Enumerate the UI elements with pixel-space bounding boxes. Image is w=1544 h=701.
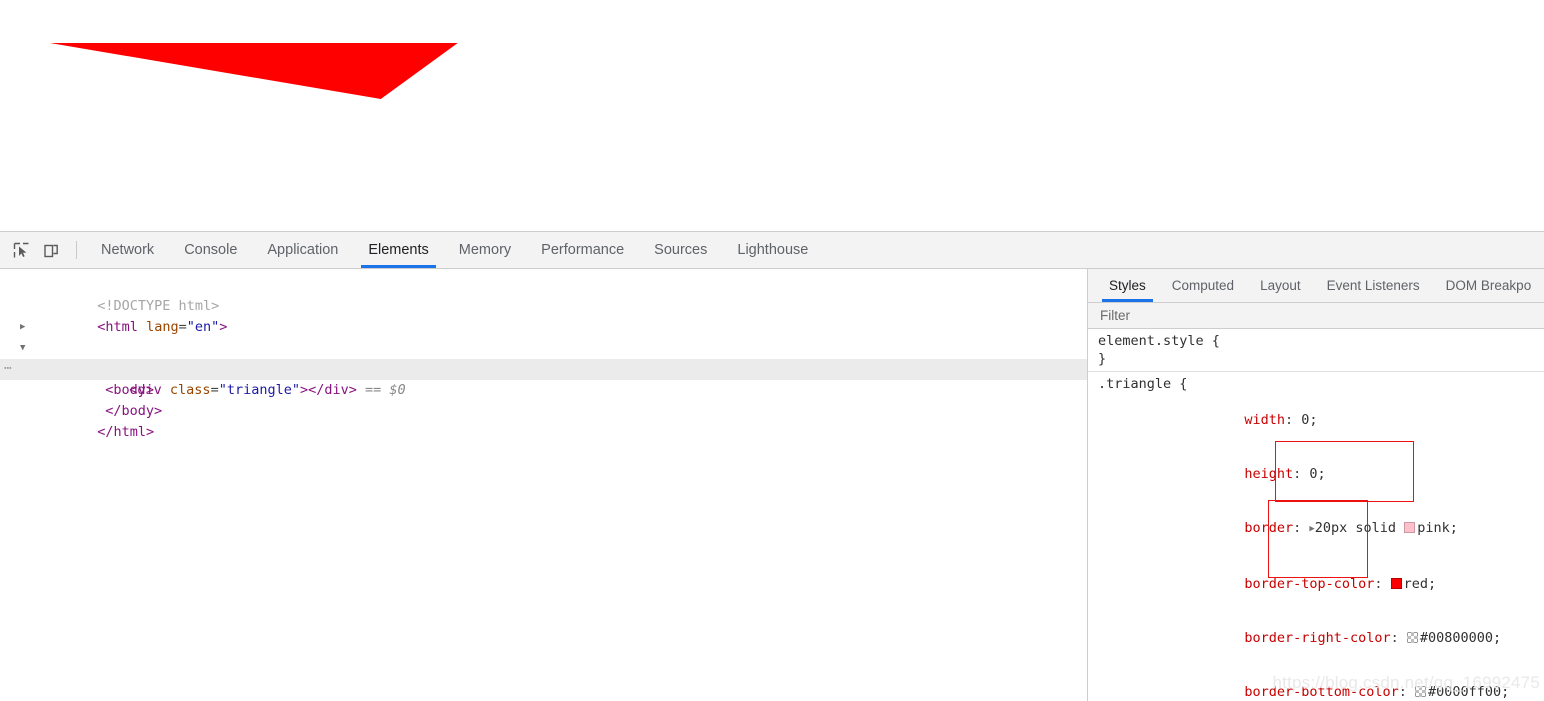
tab-performance-label: Performance: [541, 242, 625, 258]
styles-pane-tabs: Styles Computed Layout Event Listeners D…: [1088, 269, 1544, 303]
decl-border-right-color[interactable]: border-right-color: #00800000;: [1098, 611, 1544, 665]
decl-border-right-color-property: border-right-color: [1244, 630, 1391, 646]
decl-width-property: width: [1244, 412, 1285, 428]
tab-network-label: Network: [101, 242, 155, 258]
tab-memory[interactable]: Memory: [444, 232, 526, 268]
dom-row-doctype[interactable]: <!DOCTYPE html>: [0, 275, 1087, 314]
expand-shorthand-icon[interactable]: ▶: [1309, 520, 1314, 538]
dom-row-head[interactable]: <head>…</head>: [0, 317, 1087, 377]
dom-row-body-close[interactable]: </body>: [0, 380, 1087, 419]
decl-border-property: border: [1244, 520, 1294, 536]
styles-filter-bar[interactable]: [1088, 303, 1544, 329]
decl-height-value[interactable]: 0;: [1309, 466, 1325, 482]
tab-styles[interactable]: Styles: [1096, 269, 1159, 302]
html-close-text: </html>: [97, 424, 155, 440]
red-triangle-shape: [50, 43, 458, 165]
toolbar-divider: [76, 241, 77, 259]
decl-width-value[interactable]: 0;: [1301, 412, 1317, 428]
tab-elements-label: Elements: [368, 242, 429, 258]
tab-lighthouse[interactable]: Lighthouse: [722, 232, 823, 268]
dom-row-html-close[interactable]: </html>: [0, 401, 1087, 440]
styles-filter-input[interactable]: [1098, 307, 1522, 324]
row-overflow-menu-icon[interactable]: ⋯: [4, 359, 13, 378]
color-swatch-pink[interactable]: [1404, 522, 1416, 533]
tab-performance[interactable]: Performance: [526, 232, 639, 268]
device-toolbar-icon[interactable]: [36, 232, 66, 268]
tab-dom-breakpoints-label: DOM Breakpo: [1445, 278, 1532, 293]
inspect-element-icon[interactable]: [6, 232, 36, 268]
tab-memory-label: Memory: [458, 242, 512, 258]
tab-application-label: Application: [267, 242, 339, 258]
watermark-text: https://blog.csdn.net/qq_16992475: [1272, 673, 1540, 692]
tab-event-listeners[interactable]: Event Listeners: [1314, 269, 1433, 302]
tab-computed[interactable]: Computed: [1159, 269, 1247, 302]
tab-styles-label: Styles: [1109, 278, 1146, 293]
decl-border-top-color-value[interactable]: red;: [1404, 576, 1437, 592]
decl-height-property: height: [1244, 466, 1294, 482]
decl-border-color-word[interactable]: pink;: [1417, 520, 1458, 536]
tab-elements[interactable]: Elements: [353, 232, 443, 268]
rule-element-style-selector: element.style {: [1098, 333, 1220, 349]
tab-console-label: Console: [184, 242, 238, 258]
tab-lighthouse-label: Lighthouse: [737, 242, 809, 258]
tab-layout-label: Layout: [1260, 278, 1301, 293]
devtools-panel: Network Console Application Elements Mem…: [0, 231, 1544, 701]
styles-pane: Styles Computed Layout Event Listeners D…: [1088, 269, 1544, 701]
tab-computed-label: Computed: [1171, 278, 1235, 293]
dom-row-selected-div[interactable]: ⋯ <div class="triangle"></div> == $0: [0, 359, 1087, 398]
dom-tree-pane[interactable]: <!DOCTYPE html> <html lang="en"> <head>……: [0, 269, 1088, 701]
color-swatch-red[interactable]: [1390, 578, 1402, 589]
rule-element-style-close: }: [1098, 351, 1107, 367]
css-rules-list: element.style { } .triangle { width: 0; …: [1088, 329, 1544, 701]
tab-application[interactable]: Application: [252, 232, 353, 268]
decl-border-value[interactable]: 20px solid: [1315, 520, 1404, 536]
decl-border-right-color-value[interactable]: #00800000;: [1420, 630, 1501, 646]
tab-console[interactable]: Console: [169, 232, 252, 268]
tab-sources-label: Sources: [654, 242, 708, 258]
screen-root: Network Console Application Elements Mem…: [0, 0, 1544, 701]
decl-border-top-color[interactable]: border-top-color: red;: [1098, 557, 1544, 611]
chevron-down-icon[interactable]: [20, 338, 25, 359]
chevron-right-icon[interactable]: [20, 317, 25, 338]
rule-element-style[interactable]: element.style { }: [1088, 329, 1544, 372]
tab-event-listeners-label: Event Listeners: [1326, 278, 1420, 293]
tab-dom-breakpoints[interactable]: DOM Breakpo: [1433, 269, 1544, 302]
page-viewport: [0, 0, 1544, 231]
devtools-toolbar: Network Console Application Elements Mem…: [0, 232, 1544, 269]
color-swatch-transparent-right[interactable]: [1406, 632, 1418, 643]
tab-network[interactable]: Network: [86, 232, 169, 268]
dom-row-body-open[interactable]: <body>: [0, 338, 1087, 398]
rule-triangle[interactable]: .triangle { width: 0; height: 0; border:…: [1088, 372, 1544, 701]
decl-height[interactable]: height: 0;: [1098, 447, 1544, 501]
decl-border[interactable]: border: ▶20px solid pink;: [1098, 501, 1544, 557]
tab-layout[interactable]: Layout: [1247, 269, 1314, 302]
rule-triangle-selector: .triangle {: [1098, 376, 1188, 392]
tab-sources[interactable]: Sources: [639, 232, 722, 268]
dom-row-html-open[interactable]: <html lang="en">: [0, 296, 1087, 335]
decl-width[interactable]: width: 0;: [1098, 393, 1544, 447]
devtools-body: <!DOCTYPE html> <html lang="en"> <head>……: [0, 269, 1544, 701]
decl-border-top-color-property: border-top-color: [1244, 576, 1375, 592]
